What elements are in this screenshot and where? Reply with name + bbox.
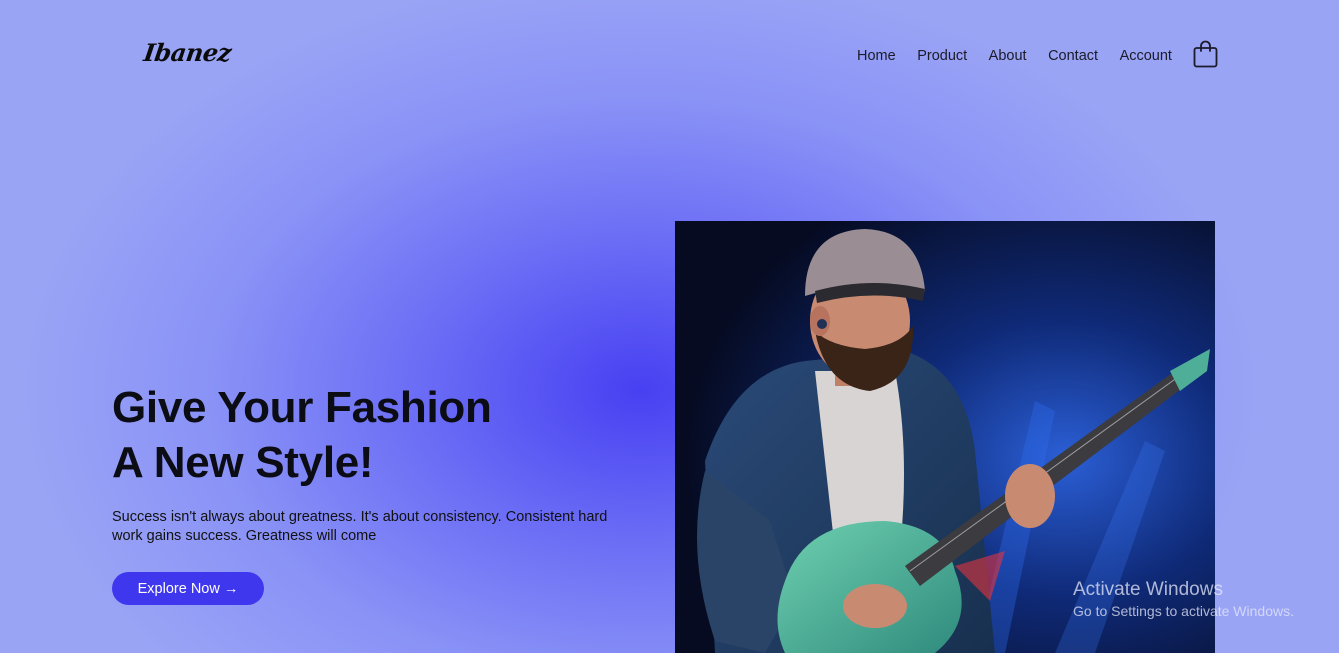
brand-logo[interactable]: Ibanez bbox=[142, 38, 233, 67]
shopping-bag-icon[interactable] bbox=[1193, 40, 1218, 68]
nav-menu: Home Product About Contact Account bbox=[857, 47, 1193, 65]
nav-item-home[interactable]: Home bbox=[857, 47, 896, 65]
hero-title-line-2: A New Style! bbox=[112, 438, 374, 487]
navbar: Ibanez Home Product About Contact Accoun… bbox=[0, 0, 1339, 110]
nav-item-account[interactable]: Account bbox=[1120, 47, 1172, 65]
os-activation-watermark: Activate Windows Go to Settings to activ… bbox=[1073, 579, 1294, 621]
hero-subtitle: Success isn't always about greatness. It… bbox=[112, 509, 608, 544]
watermark-line-1: Activate Windows bbox=[1073, 579, 1223, 600]
nav-item-about[interactable]: About bbox=[989, 47, 1027, 65]
hero-title: Give Your Fashion A New Style! bbox=[112, 380, 492, 490]
explore-now-button[interactable]: Explore Now → bbox=[112, 572, 264, 605]
nav-item-contact[interactable]: Contact bbox=[1048, 47, 1098, 65]
hero-title-line-1: Give Your Fashion bbox=[112, 383, 492, 432]
watermark-line-2: Go to Settings to activate Windows. bbox=[1073, 603, 1294, 619]
nav-item-product[interactable]: Product bbox=[917, 47, 967, 65]
